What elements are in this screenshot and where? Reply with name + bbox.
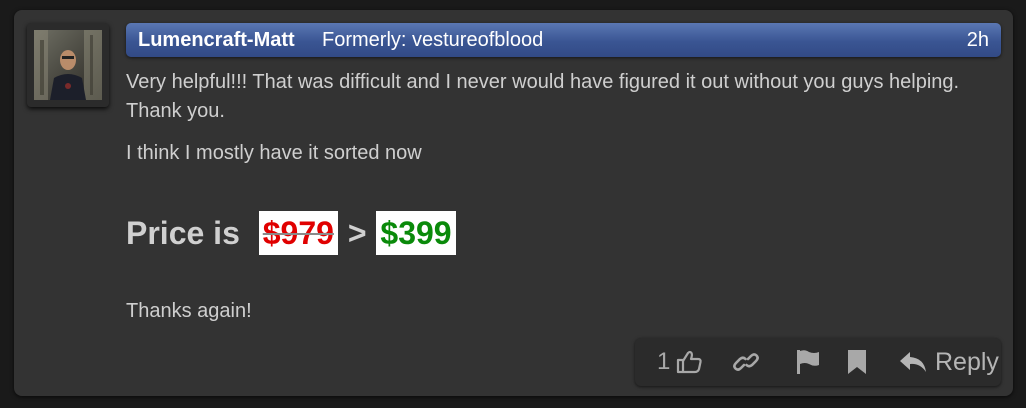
avatar[interactable] [27,23,109,107]
post-card: Lumencraft-Matt Formerly: vestureofblood… [14,10,1013,396]
post-header-bar: Lumencraft-Matt Formerly: vestureofblood… [126,23,1001,57]
post-paragraph: I think I mostly have it sorted now [126,142,422,164]
old-price: $979 [258,211,338,255]
post-timestamp[interactable]: 2h [967,23,989,57]
copy-link-button[interactable] [733,338,759,386]
flag-icon [797,350,819,374]
bookmark-icon [848,350,866,374]
price-line: Price is $979 > $399 [126,210,456,256]
reply-icon [900,352,926,372]
like-button[interactable]: 1 [657,338,703,386]
avatar-photo [34,30,102,100]
thumbs-up-icon [677,350,703,374]
like-count: 1 [657,348,671,375]
former-username: Formerly: vestureofblood [322,29,544,51]
new-price: $399 [376,211,456,255]
post-actions-bar: 1 Reply [635,338,1001,386]
post-paragraph: Very helpful!!! That was difficult and I… [126,71,960,122]
link-icon [733,353,759,371]
bookmark-button[interactable] [847,338,867,386]
post-paragraph: Thanks again! [126,300,252,322]
price-arrow: > [347,215,367,251]
reply-button[interactable]: Reply [899,338,999,386]
flag-button[interactable] [796,338,820,386]
username-link[interactable]: Lumencraft-Matt [138,23,295,57]
reply-label: Reply [935,347,999,376]
price-prefix: Price is [126,215,240,251]
